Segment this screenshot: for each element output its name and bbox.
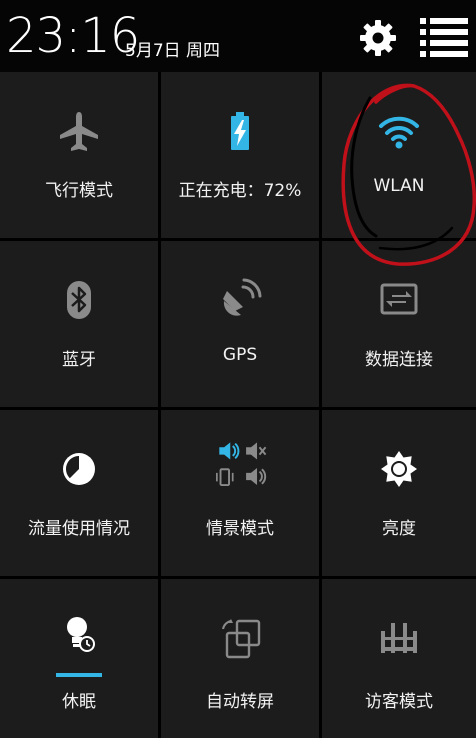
bluetooth-icon	[67, 281, 91, 319]
sound-profile-icon	[216, 442, 267, 487]
tile-gps[interactable]: GPS	[161, 241, 319, 407]
clock-time: 23:16	[6, 8, 140, 64]
tile-label: 流量使用情况	[28, 519, 130, 539]
tile-charging[interactable]: 正在充电：72%	[161, 72, 319, 238]
tile-auto-rotate[interactable]: 自动转屏	[161, 579, 319, 738]
tile-bluetooth[interactable]: 蓝牙	[0, 241, 158, 407]
airplane-icon	[60, 112, 98, 151]
tile-label: GPS	[222, 345, 258, 365]
tile-guest-mode[interactable]: 访客模式	[322, 579, 476, 738]
sleep-active-indicator	[56, 673, 102, 677]
battery-charging-icon	[231, 112, 249, 150]
tile-label: 飞行模式	[45, 181, 113, 201]
tile-label: 自动转屏	[206, 692, 274, 712]
annotation-circle	[341, 83, 476, 266]
auto-rotate-icon	[222, 619, 261, 659]
guest-mode-icon	[381, 623, 417, 653]
data-usage-icon	[63, 453, 95, 485]
brightness-icon	[381, 451, 417, 487]
data-connection-icon	[380, 283, 418, 315]
tile-label: 蓝牙	[62, 350, 96, 370]
tile-label: 休眠	[62, 692, 96, 712]
tile-label: 数据连接	[365, 350, 433, 370]
tile-brightness[interactable]: 亮度	[322, 410, 476, 576]
tile-sleep[interactable]: 休眠	[0, 579, 158, 738]
sleep-icon	[67, 617, 95, 652]
tile-airplane-mode[interactable]: 飞行模式	[0, 72, 158, 238]
tile-label: 正在充电：72%	[178, 181, 302, 201]
gps-icon	[223, 278, 262, 316]
tile-label: 情景模式	[206, 519, 274, 539]
clock-date: 5月7日 周四	[125, 41, 221, 61]
status-header: 23:16 5月7日 周四	[0, 0, 476, 72]
gear-icon[interactable]	[358, 18, 398, 58]
list-menu-icon[interactable]	[420, 16, 468, 58]
tile-sound-profile[interactable]: 情景模式	[161, 410, 319, 576]
tile-data-usage[interactable]: 流量使用情况	[0, 410, 158, 576]
tile-label: 亮度	[382, 519, 416, 539]
tile-label: 访客模式	[365, 692, 433, 712]
